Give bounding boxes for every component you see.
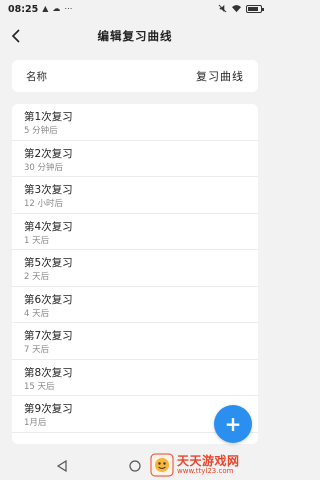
review-title: 第8次复习 bbox=[24, 366, 73, 379]
header: 编辑复习曲线 bbox=[0, 18, 270, 54]
review-interval: 30 分钟后 bbox=[24, 162, 64, 173]
add-button[interactable]: + bbox=[214, 405, 252, 443]
status-left: 08:25 ▲ ☁ ⋯ bbox=[8, 4, 72, 15]
review-list: 第1次复习 5 分钟后 第2次复习 30 分钟后 第3次复习 12 小时后 第4… bbox=[12, 104, 258, 444]
status-time: 08:25 bbox=[8, 3, 39, 15]
review-item-1[interactable]: 第1次复习 5 分钟后 bbox=[12, 104, 258, 141]
name-label: 名称 bbox=[26, 70, 47, 83]
status-right bbox=[218, 4, 264, 15]
name-value[interactable]: 复习曲线 bbox=[196, 68, 244, 84]
review-title: 第9次复习 bbox=[24, 403, 73, 415]
review-item-6[interactable]: 第6次复习 4 天后 bbox=[12, 287, 258, 323]
review-item-7[interactable]: 第7次复习 7 天后 bbox=[12, 323, 258, 360]
review-item-3[interactable]: 第3次复习 12 小时后 bbox=[12, 177, 258, 214]
watermark-url: www.ttyl23.com bbox=[177, 467, 234, 475]
back-button[interactable] bbox=[4, 24, 28, 48]
chevron-left-icon bbox=[11, 29, 20, 43]
review-interval: 15 天后 bbox=[24, 381, 55, 392]
watermark-logo-icon bbox=[150, 453, 174, 477]
review-item-4[interactable]: 第4次复习 1 天后 bbox=[12, 214, 258, 250]
wifi-icon bbox=[231, 4, 242, 15]
review-title: 第7次复习 bbox=[24, 330, 73, 342]
watermark-text: 天天游戏网 www.ttyl23.com bbox=[177, 455, 240, 475]
review-item-8[interactable]: 第8次复习 15 天后 bbox=[12, 360, 258, 396]
review-interval: 7 天后 bbox=[24, 345, 50, 355]
nav-home-button[interactable] bbox=[123, 454, 147, 478]
review-title: 第1次复习 bbox=[24, 111, 73, 123]
site-watermark: 天天游戏网 www.ttyl23.com bbox=[150, 452, 268, 478]
review-interval: 1月后 bbox=[24, 418, 47, 428]
battery-icon bbox=[246, 5, 264, 13]
circle-home-icon bbox=[129, 460, 141, 472]
review-interval: 4 天后 bbox=[24, 308, 50, 319]
review-interval: 1 天后 bbox=[24, 235, 50, 246]
review-item-5[interactable]: 第5次复习 2 天后 bbox=[12, 250, 258, 287]
review-title: 第3次复习 bbox=[24, 184, 73, 196]
nav-back-button[interactable] bbox=[50, 454, 74, 478]
name-row[interactable]: 名称 复习曲线 bbox=[12, 60, 258, 92]
more-dots-icon: ⋯ bbox=[64, 4, 73, 13]
review-title: 第6次复习 bbox=[24, 293, 73, 306]
cloud-icon: ☁ bbox=[52, 4, 61, 13]
review-interval: 12 小时后 bbox=[24, 199, 64, 209]
review-item-2[interactable]: 第2次复习 30 分钟后 bbox=[12, 141, 258, 177]
mute-icon bbox=[218, 4, 227, 15]
battery-level bbox=[248, 7, 258, 11]
triangle-back-icon bbox=[56, 460, 67, 472]
review-title: 第4次复习 bbox=[24, 220, 73, 233]
review-title: 第5次复习 bbox=[24, 257, 73, 269]
status-bar: 08:25 ▲ ☁ ⋯ bbox=[0, 0, 270, 18]
review-interval: 2 天后 bbox=[24, 272, 50, 282]
review-interval: 5 分钟后 bbox=[24, 126, 58, 136]
watermark-main: 天天游戏网 bbox=[177, 454, 240, 468]
notification-icon: ▲ bbox=[42, 4, 49, 13]
page-title: 编辑复习曲线 bbox=[97, 29, 173, 43]
review-title: 第2次复习 bbox=[24, 147, 73, 160]
